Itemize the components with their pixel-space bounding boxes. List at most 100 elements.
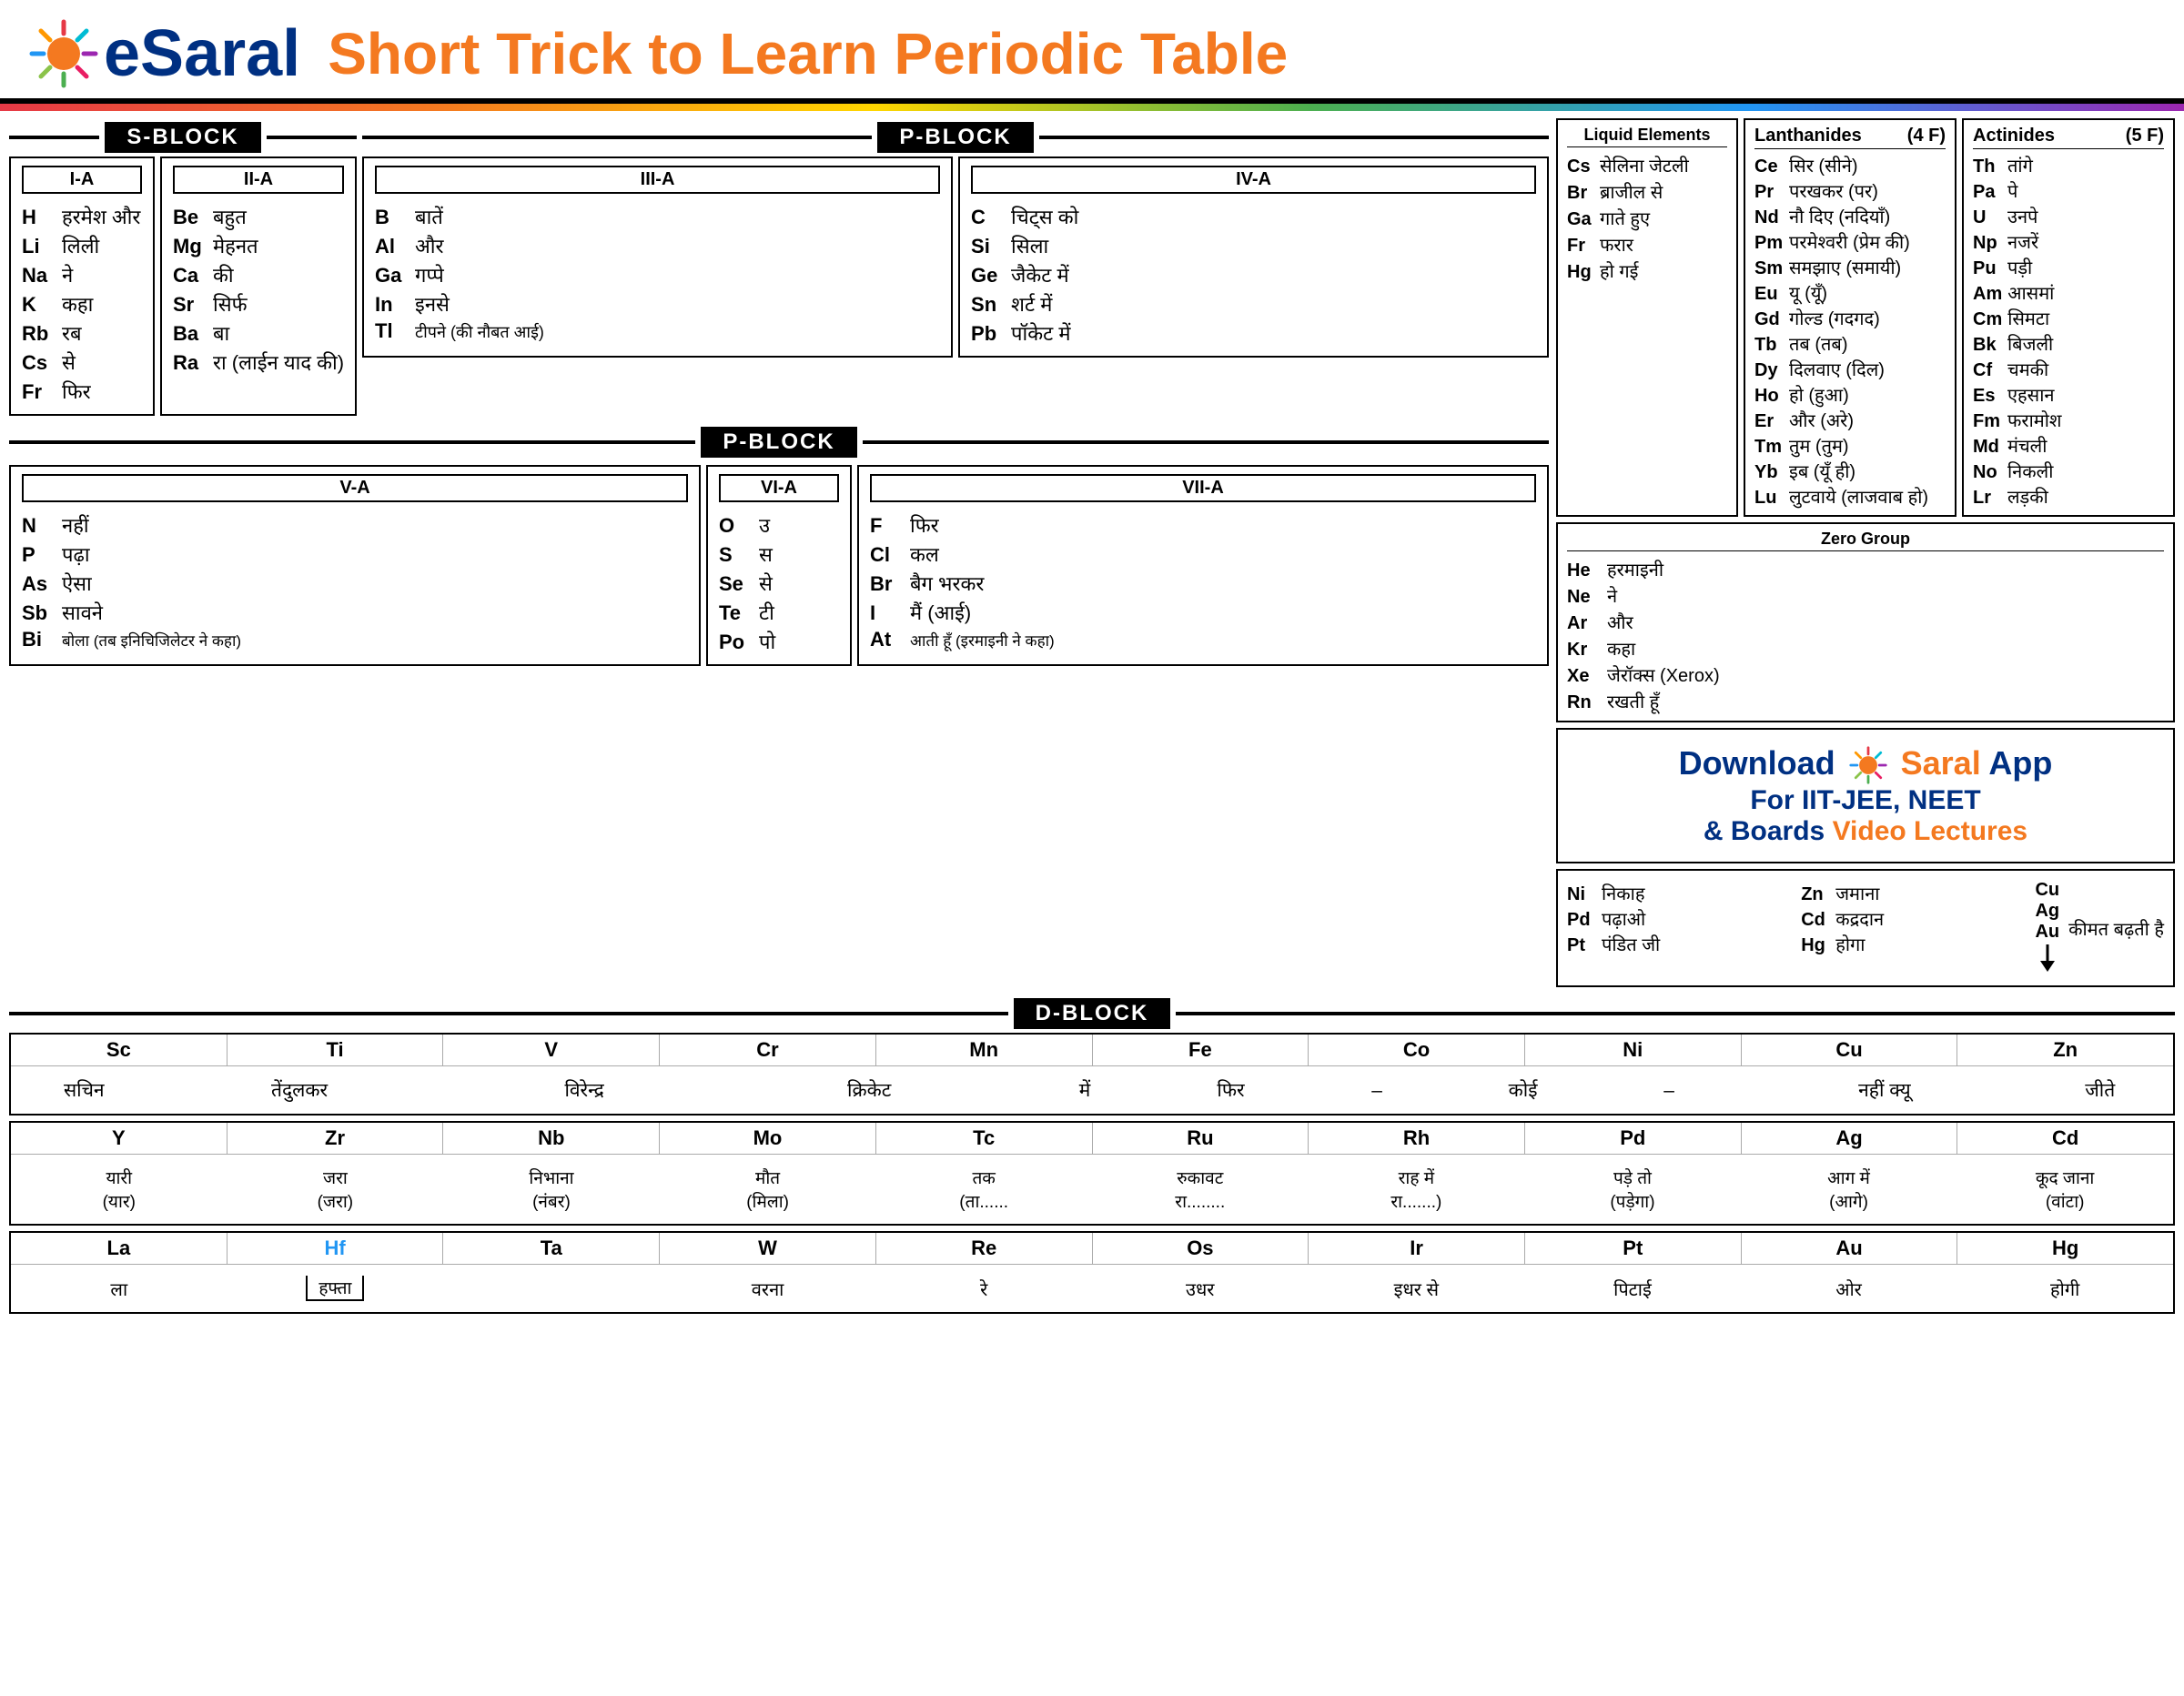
via-elements: Oउ Sस Seसे Teटी Poपो bbox=[719, 511, 839, 655]
text-w: वरना bbox=[660, 1273, 876, 1305]
list-item: Neने bbox=[1567, 583, 2164, 608]
list-item: Znजमाना bbox=[1801, 881, 2026, 905]
list-item: Liलिली bbox=[22, 232, 142, 259]
list-item: Hgहो गई bbox=[1567, 258, 1727, 283]
sym-w: W bbox=[660, 1233, 876, 1264]
text-la: ला bbox=[11, 1273, 228, 1305]
list-item: Ybइब (यूँ ही) bbox=[1754, 459, 1946, 483]
header: eSaral Short Trick to Learn Periodic Tab… bbox=[0, 0, 2184, 104]
sym-cr: Cr bbox=[660, 1035, 876, 1065]
list-item: Heहरमाइनी bbox=[1567, 557, 2164, 581]
zero-group-list: Heहरमाइनी Neने Arऔर Krकहा Xeजेरॉक्स (Xer… bbox=[1567, 557, 2164, 713]
sym-ru: Ru bbox=[1093, 1123, 1309, 1154]
group-iia: II-A Beबहुत Mgमेहनत Caकी Srसिर्फ Baबा Ra… bbox=[160, 156, 357, 416]
text-rukavat: रुकावटरा........ bbox=[1092, 1162, 1309, 1216]
group-va: V-A Nनहीं Pपढ़ा Asऐसा Sbसावने Biबोला (तब… bbox=[9, 465, 701, 666]
text-virender: विरेन्द्र bbox=[442, 1074, 727, 1106]
sym-nb: Nb bbox=[443, 1123, 660, 1154]
list-item: Amआसमां bbox=[1973, 280, 2164, 305]
saral-logo-small bbox=[1848, 745, 1888, 785]
sym-cd: Cd bbox=[1957, 1123, 2173, 1154]
list-item: Hgहोगा bbox=[1801, 932, 2026, 956]
sym-ag: Ag bbox=[1742, 1123, 1958, 1154]
list-item: Ndनौ दिए (नदियाँ) bbox=[1754, 204, 1946, 228]
s-block-label: S-BLOCK bbox=[105, 122, 260, 153]
d-row1-texts: सचिन तेंदुलकर विरेन्द्र क्रिकेट में फिर … bbox=[11, 1066, 2173, 1114]
list-item: Smसमझाए (समायी) bbox=[1754, 255, 1946, 279]
list-item: Pपढ़ा bbox=[22, 540, 688, 568]
d-block-label: D-BLOCK bbox=[1014, 998, 1171, 1029]
list-item: Dyदिलवाए (दिल) bbox=[1754, 357, 1946, 381]
list-item: Erऔर (अरे) bbox=[1754, 408, 1946, 432]
text-pade: पड़े तो(पड़ेगा) bbox=[1524, 1162, 1741, 1216]
text-re: रे bbox=[875, 1273, 1092, 1305]
price-left: Niनिकाह Pdपढ़ाओ Ptपंडित जी bbox=[1567, 880, 1792, 976]
list-item: Seसे bbox=[719, 570, 839, 597]
s-block-line-left bbox=[9, 136, 99, 139]
list-item: Esएहसान bbox=[1973, 382, 2164, 407]
list-item: Uउनपे bbox=[1973, 204, 2164, 228]
group-ia-title: I-A bbox=[22, 166, 142, 194]
text-koi: कोई bbox=[1450, 1074, 1596, 1106]
ia-elements: Hहरमेश और Liलिली Naने Kकहा Rbरब Csसे Frफ… bbox=[22, 203, 142, 405]
d-row2-symbols: Y Zr Nb Mo Tc Ru Rh Pd Ag Cd bbox=[11, 1123, 2173, 1155]
list-item: Inइनसे bbox=[375, 290, 940, 318]
text-raah: राह मेंरा.......) bbox=[1309, 1162, 1525, 1216]
list-item: Brब्राजील से bbox=[1567, 179, 1727, 204]
list-item: Gdगोल्ड (गदगद) bbox=[1754, 306, 1946, 330]
p-block-top-line-left bbox=[362, 136, 872, 139]
text-cricket: क्रिकेट bbox=[727, 1074, 1012, 1106]
price-box: Niनिकाह Pdपढ़ाओ Ptपंडित जी Znजमाना Cdकद्… bbox=[1556, 869, 2175, 987]
list-item: Lrलड़की bbox=[1973, 484, 2164, 509]
list-item: Frफरार bbox=[1567, 232, 1727, 257]
list-item: Ptपंडित जी bbox=[1567, 932, 1792, 956]
d-row3-texts: ला हफ्ता वरना रे उधर इधर से पिटाई ओर होग… bbox=[11, 1265, 2173, 1312]
list-item: Hहरमेश और bbox=[22, 203, 142, 230]
list-item: Npनजरें bbox=[1973, 229, 2164, 254]
list-item: Gaगप्पे bbox=[375, 261, 940, 288]
list-item: Cmसिमटा bbox=[1973, 306, 2164, 330]
rainbow-divider bbox=[0, 104, 2184, 111]
text-ta bbox=[443, 1285, 660, 1292]
list-item: Clकल bbox=[870, 540, 1536, 568]
down-arrow-icon bbox=[2038, 944, 2057, 976]
group-iva-title: IV-A bbox=[971, 166, 1536, 194]
text-hg: होगी bbox=[1956, 1273, 2173, 1305]
sym-zn: Zn bbox=[1957, 1035, 2173, 1065]
list-item: Baबा bbox=[173, 319, 344, 347]
d-block-line-left bbox=[9, 1012, 1008, 1015]
list-item: Pbपॉकेट में bbox=[971, 319, 1536, 347]
actinides-box: Actinides (5 F) Thतांगे Paपे Uउनपे Npनजर… bbox=[1962, 118, 2175, 517]
text-os: उधर bbox=[1092, 1273, 1309, 1305]
p-block-bottom-label: P-BLOCK bbox=[701, 427, 856, 458]
list-item: Asऐसा bbox=[22, 570, 688, 597]
list-item: Atआती हूँ (इरमाइनी ने कहा) bbox=[870, 628, 1536, 651]
group-via-title: VI-A bbox=[719, 474, 839, 502]
zero-group-title: Zero Group bbox=[1567, 530, 2164, 551]
list-item: Iमैं (आई) bbox=[870, 599, 1536, 626]
main-area: S-BLOCK I-A Hहरमेश और Liलिली Naने Kकहा bbox=[0, 115, 2184, 991]
text-au: ओर bbox=[1741, 1273, 1957, 1305]
list-item: Thतांगे bbox=[1973, 153, 2164, 177]
text-kood: कूद जाना(वांटा) bbox=[1956, 1162, 2173, 1216]
liquid-title: Liquid Elements bbox=[1567, 126, 1727, 147]
right-top: Liquid Elements Csसेलिना जेटली Brब्राजील… bbox=[1556, 118, 2175, 517]
sym-tc: Tc bbox=[876, 1123, 1093, 1154]
sym-rh: Rh bbox=[1309, 1123, 1525, 1154]
list-item: Fmफरामोश bbox=[1973, 408, 2164, 432]
d-block-header: D-BLOCK bbox=[9, 998, 2175, 1029]
right-column: Liquid Elements Csसेलिना जेटली Brब्राजील… bbox=[1556, 118, 2175, 987]
list-item: Niनिकाह bbox=[1567, 881, 1792, 905]
sym-y: Y bbox=[11, 1123, 228, 1154]
list-item: Euयू (यूँ) bbox=[1754, 280, 1946, 305]
p-block-bottom-groups: V-A Nनहीं Pपढ़ा Asऐसा Sbसावने Biबोला (तब… bbox=[9, 465, 1549, 666]
list-item: Xeजेरॉक्स (Xerox) bbox=[1567, 662, 2164, 687]
text-pt: पिटाई bbox=[1524, 1273, 1741, 1305]
text-sachin: सचिन bbox=[11, 1074, 157, 1106]
group-ia: I-A Hहरमेश और Liलिली Naने Kकहा Rbरब Csसे… bbox=[9, 156, 155, 416]
s-block-groups: I-A Hहरमेश और Liलिली Naने Kकहा Rbरब Csसे… bbox=[9, 156, 357, 416]
p-block-top-section: P-BLOCK III-A Bबातें Alऔर Gaगप्पे Inइनसे bbox=[362, 118, 1549, 416]
price-arrow-col: Cu Ag Au bbox=[2035, 880, 2059, 976]
list-item: Mgमेहनत bbox=[173, 232, 344, 259]
text-ir: इधर से bbox=[1309, 1273, 1525, 1305]
